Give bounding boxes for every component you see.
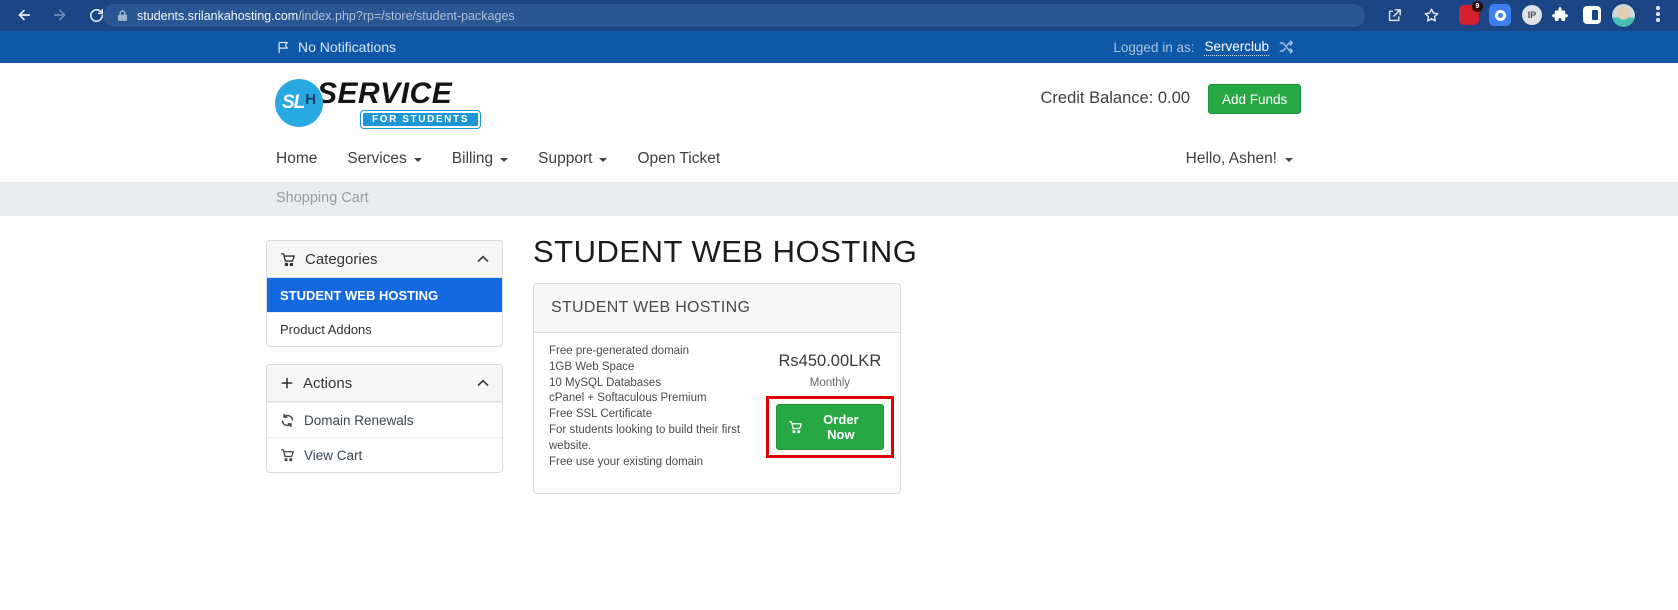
feature-line: Free SSL Certificate <box>549 407 766 423</box>
logo-tagline: FOR STUDENTS <box>361 111 480 128</box>
caret-down-icon <box>414 158 422 162</box>
site-logo[interactable]: SL H SERVICE FOR STUDENTS <box>275 76 475 128</box>
sidebar-item-domain-renewals[interactable]: Domain Renewals <box>267 402 502 437</box>
nav-item-home[interactable]: Home <box>276 150 317 168</box>
nav-item-support[interactable]: Support <box>538 150 607 168</box>
add-funds-button[interactable]: Add Funds <box>1208 84 1301 114</box>
categories-panel: Categories STUDENT WEB HOSTING Product A… <box>266 240 503 347</box>
extensions-puzzle-icon[interactable] <box>1550 5 1570 25</box>
side-panel-icon[interactable] <box>1583 6 1601 24</box>
user-menu[interactable]: Hello, Ashen! <box>1186 150 1293 168</box>
chevron-up-icon <box>477 255 489 263</box>
back-icon[interactable] <box>14 5 34 25</box>
main-nav: Home Services Billing Support Open Ticke… <box>276 150 720 168</box>
ip-label: IP <box>1528 10 1537 20</box>
blue-extension-icon[interactable] <box>1489 4 1511 26</box>
order-now-label: Order Now <box>810 412 872 442</box>
feature-line: Free use your existing domain <box>549 455 766 471</box>
plus-icon <box>280 376 294 390</box>
caret-down-icon <box>1285 158 1293 162</box>
bookmark-star-icon[interactable] <box>1421 5 1441 25</box>
chevron-up-icon <box>477 379 489 387</box>
notifications-label: No Notifications <box>298 39 396 55</box>
sync-icon <box>280 413 295 428</box>
adblock-extension-icon[interactable]: 9 <box>1459 5 1479 25</box>
order-now-button[interactable]: Order Now <box>776 404 884 450</box>
sidebar-item-view-cart[interactable]: View Cart <box>267 437 502 472</box>
actions-title: Actions <box>303 375 352 392</box>
greeting-label: Hello, Ashen! <box>1186 150 1277 168</box>
ip-lookup-extension-icon[interactable]: IP <box>1522 5 1542 25</box>
nav-label: Support <box>538 150 592 168</box>
product-price: Rs450.00LKR <box>779 352 882 371</box>
sidebar-item-label: View Cart <box>304 448 362 463</box>
side-panel-glyph <box>1592 10 1598 20</box>
url-path: /index.php?rp=/store/student-packages <box>298 9 514 23</box>
nav-label: Services <box>347 150 406 168</box>
breadcrumb: Shopping Cart <box>0 182 1678 216</box>
actions-panel-header[interactable]: Actions <box>267 365 502 402</box>
billing-cycle: Monthly <box>810 377 850 389</box>
url-domain: students.srilankahosting.com <box>137 9 298 23</box>
purchase-column: Rs450.00LKR Monthly Order Now <box>766 352 894 470</box>
caret-down-icon <box>500 158 508 162</box>
nav-item-services[interactable]: Services <box>347 150 421 168</box>
feature-line: 10 MySQL Databases <box>549 376 766 392</box>
sidebar-item-label: STUDENT WEB HOSTING <box>280 288 438 303</box>
address-bar[interactable]: students.srilankahosting.com/index.php?r… <box>103 4 1365 27</box>
nav-label: Billing <box>452 150 493 168</box>
nav-item-open-ticket[interactable]: Open Ticket <box>637 150 720 168</box>
logged-in-area: Logged in as: Serverclub <box>1113 31 1295 63</box>
logged-in-label: Logged in as: <box>1113 40 1194 55</box>
logo-mark-secondary: H <box>305 91 316 108</box>
annotation-highlight-box: Order Now <box>766 396 894 458</box>
feature-line: 1GB Web Space <box>549 360 766 376</box>
page-title: STUDENT WEB HOSTING <box>533 234 917 270</box>
profile-avatar[interactable] <box>1611 3 1636 28</box>
sidebar-item-label: Product Addons <box>280 322 372 337</box>
cart-icon <box>280 448 295 462</box>
feature-line: cPanel + Softaculous Premium <box>549 391 766 407</box>
lock-icon <box>117 9 128 22</box>
notifications-link[interactable]: No Notifications <box>276 31 396 63</box>
product-card-header: STUDENT WEB HOSTING <box>534 284 900 333</box>
categories-panel-header[interactable]: Categories <box>267 241 502 278</box>
account-topbar: No Notifications Logged in as: Serverclu… <box>0 31 1678 63</box>
flag-icon <box>276 40 291 55</box>
logo-mark-primary: SL <box>282 92 304 114</box>
ring-glyph <box>1495 10 1506 21</box>
sidebar-item-product-addons[interactable]: Product Addons <box>267 312 502 346</box>
browser-menu-icon[interactable] <box>1650 6 1666 22</box>
logo-mark: SL H <box>275 79 323 127</box>
actions-panel: Actions Domain Renewals View Cart <box>266 364 503 473</box>
logo-title: SERVICE <box>317 77 452 111</box>
extension-badge: 9 <box>1472 1 1483 12</box>
nav-item-billing[interactable]: Billing <box>452 150 508 168</box>
credit-balance: Credit Balance: 0.00 <box>1000 89 1190 108</box>
switch-account-icon[interactable] <box>1279 40 1295 54</box>
feature-line: For students looking to build their firs… <box>549 423 766 455</box>
share-icon[interactable] <box>1384 5 1404 25</box>
cart-icon <box>280 252 296 267</box>
sidebar-item-label: Domain Renewals <box>304 413 414 428</box>
forward-icon[interactable] <box>50 5 70 25</box>
account-link[interactable]: Serverclub <box>1204 39 1269 56</box>
feature-line: Free pre-generated domain <box>549 344 766 360</box>
caret-down-icon <box>599 158 607 162</box>
nav-label: Home <box>276 150 317 168</box>
nav-label: Open Ticket <box>637 150 720 168</box>
browser-chrome: students.srilankahosting.com/index.php?r… <box>0 0 1678 31</box>
product-features: Free pre-generated domain 1GB Web Space … <box>549 344 766 470</box>
sidebar-item-student-web-hosting[interactable]: STUDENT WEB HOSTING <box>267 278 502 312</box>
product-card: STUDENT WEB HOSTING Free pre-generated d… <box>533 283 901 494</box>
categories-title: Categories <box>305 251 378 268</box>
breadcrumb-current: Shopping Cart <box>276 190 369 206</box>
cart-icon <box>788 420 803 434</box>
